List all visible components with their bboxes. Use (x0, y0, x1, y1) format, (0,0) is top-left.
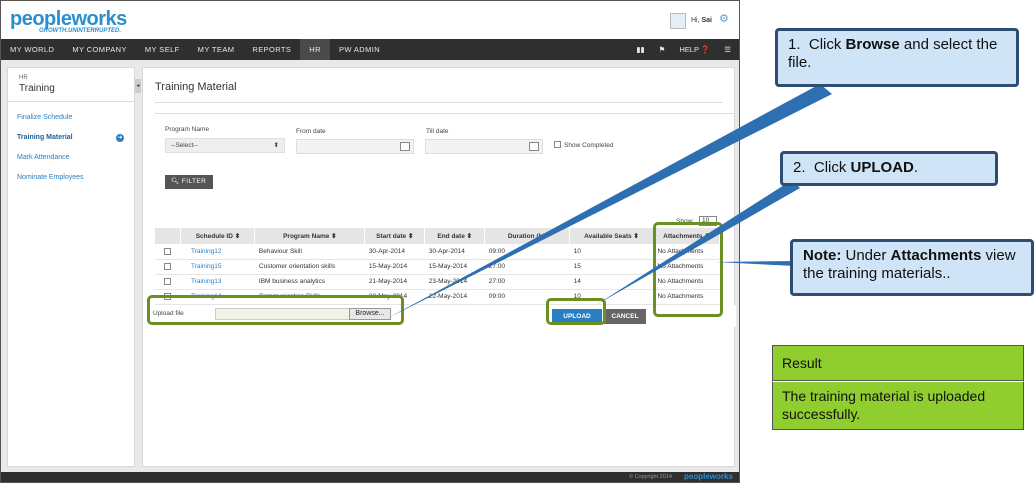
help-menu[interactable]: HELP ❓ (679, 45, 710, 54)
table-row[interactable]: Training15 Customer orientation skills 1… (155, 259, 720, 275)
nav-my-company[interactable]: MY COMPANY (63, 39, 136, 60)
column-header-duration[interactable]: Duration (hh (484, 228, 571, 244)
program-name-cell: IBM business analytics (254, 274, 365, 290)
calendar-icon[interactable] (529, 142, 539, 151)
seats-cell: 14 (569, 274, 654, 290)
column-header-schedule-id[interactable]: Schedule ID ⬍ (180, 228, 256, 244)
footer-logo: peopleworks (684, 472, 733, 481)
arrow-right-icon: ➜ (116, 134, 124, 142)
training-table: Schedule ID ⬍ Program Name ⬍ Start date … (155, 228, 721, 305)
book-icon[interactable]: ▮▮ (636, 45, 644, 54)
start-date-cell: 21-May-2014 (364, 274, 425, 290)
till-date-input[interactable] (425, 139, 543, 154)
sidebar-item-finalize-schedule[interactable]: Finalize Schedule (17, 114, 72, 121)
show-completed-checkbox[interactable] (554, 141, 561, 148)
show-completed-label: Show Completed (564, 142, 614, 149)
cancel-button[interactable]: CANCEL (604, 309, 646, 324)
nav-my-team[interactable]: MY TEAM (189, 39, 244, 60)
gear-icon[interactable]: ⚙ (719, 12, 729, 25)
calendar-icon[interactable] (400, 142, 410, 151)
column-header-program-name[interactable]: Program Name ⬍ (254, 228, 366, 244)
attachments-highlight (653, 222, 723, 317)
schedule-id-link[interactable]: Training13 (180, 274, 255, 290)
from-date-input[interactable] (296, 139, 414, 154)
result-text: The training material is uploaded succes… (772, 381, 1024, 430)
copyright-text: © Copyright 2014 (629, 474, 672, 480)
seats-cell: 15 (569, 259, 654, 275)
flag-icon[interactable]: ⚑ (659, 45, 666, 54)
nav-pw-admin[interactable]: PW ADMIN (330, 39, 389, 60)
app-window: peopleworks GROWTH.UNINTERRUPTED. Hi, Sa… (0, 0, 740, 483)
sidebar-item-training-material[interactable]: Training Material (17, 134, 73, 141)
end-date-cell: 23-May-2014 (424, 274, 485, 290)
table-row[interactable]: Training13 IBM business analytics 21-May… (155, 274, 720, 290)
upload-highlight (546, 298, 606, 325)
top-bar: peopleworks GROWTH.UNINTERRUPTED. Hi, Sa… (1, 1, 739, 39)
column-header-end-date[interactable]: End date ⬍ (424, 228, 486, 244)
menu-icon[interactable]: ☰ (724, 45, 731, 54)
logo-tagline: GROWTH.UNINTERRUPTED. (39, 28, 121, 34)
start-date-cell: 30-Apr-2014 (364, 244, 425, 260)
search-icon: 🔍︎ (171, 178, 180, 185)
program-name-select[interactable]: --Select-- ⬍ (165, 138, 285, 153)
end-date-cell: 22-May-2014 (424, 289, 485, 305)
nav-my-self[interactable]: MY SELF (136, 39, 189, 60)
callout-note: Note: Under Attachments view the trainin… (790, 239, 1034, 296)
sidebar-collapse-handle[interactable]: ◂ (135, 79, 141, 93)
row-checkbox[interactable] (164, 277, 171, 285)
main-panel: Training Material Program Name --Select-… (142, 67, 736, 467)
callout-step2: 2. Click UPLOAD. (780, 151, 998, 186)
program-name-cell: Customer orientation skills (254, 259, 365, 275)
column-header-start-date[interactable]: Start date ⬍ (364, 228, 426, 244)
page-title: Training Material (155, 81, 237, 93)
schedule-id-link[interactable]: Training15 (180, 259, 255, 275)
avatar[interactable] (670, 13, 686, 29)
result-heading: Result (772, 345, 1024, 381)
row-checkbox[interactable] (164, 262, 171, 270)
select-column-header (155, 228, 182, 244)
duration-cell: 27:00 (484, 259, 570, 275)
duration-cell: 27:00 (484, 274, 570, 290)
nav-hr[interactable]: HR (300, 39, 330, 60)
nav-reports[interactable]: REPORTS (243, 39, 300, 60)
duration-cell: 09:00 (484, 244, 570, 260)
sidebar-title: Training (19, 83, 55, 94)
till-date-label: Till date (426, 128, 449, 135)
end-date-cell: 15-May-2014 (424, 259, 485, 275)
table-row[interactable]: Training12 Behaviour Skill 30-Apr-2014 3… (155, 244, 720, 260)
sidebar: HR Training Finalize Schedule Training M… (7, 67, 135, 467)
main-nav: MY WORLD MY COMPANY MY SELF MY TEAM REPO… (1, 39, 739, 60)
start-date-cell: 15-May-2014 (364, 259, 425, 275)
sidebar-item-nominate-employees[interactable]: Nominate Employees (17, 174, 84, 181)
seats-cell: 10 (569, 244, 654, 260)
nav-my-world[interactable]: MY WORLD (1, 39, 63, 60)
sidebar-item-mark-attendance[interactable]: Mark Attendance (17, 154, 70, 161)
divider (8, 101, 134, 102)
chevron-down-icon: ⬍ (273, 142, 279, 149)
column-header-available-seats[interactable]: Available Seats ⬍ (569, 228, 654, 244)
callout-step1: 1. Click Browse and select the file. (775, 28, 1019, 87)
end-date-cell: 30-Apr-2014 (424, 244, 485, 260)
from-date-label: From date (296, 128, 326, 135)
program-name-cell: Behaviour Skill (254, 244, 365, 260)
schedule-id-link[interactable]: Training12 (180, 244, 255, 260)
help-icon: ❓ (700, 45, 711, 54)
divider (155, 102, 723, 103)
filter-panel: Program Name --Select-- ⬍ From date Till … (155, 113, 735, 203)
user-name: Sai (701, 17, 713, 24)
sidebar-module: HR (19, 75, 28, 81)
browse-highlight (147, 295, 404, 325)
row-checkbox[interactable] (164, 247, 171, 255)
program-name-label: Program Name (165, 126, 210, 133)
filter-button[interactable]: 🔍︎ FILTER (165, 175, 213, 189)
footer: © Copyright 2014 peopleworks (1, 472, 739, 482)
user-greeting: Hi, Sai (691, 17, 713, 24)
